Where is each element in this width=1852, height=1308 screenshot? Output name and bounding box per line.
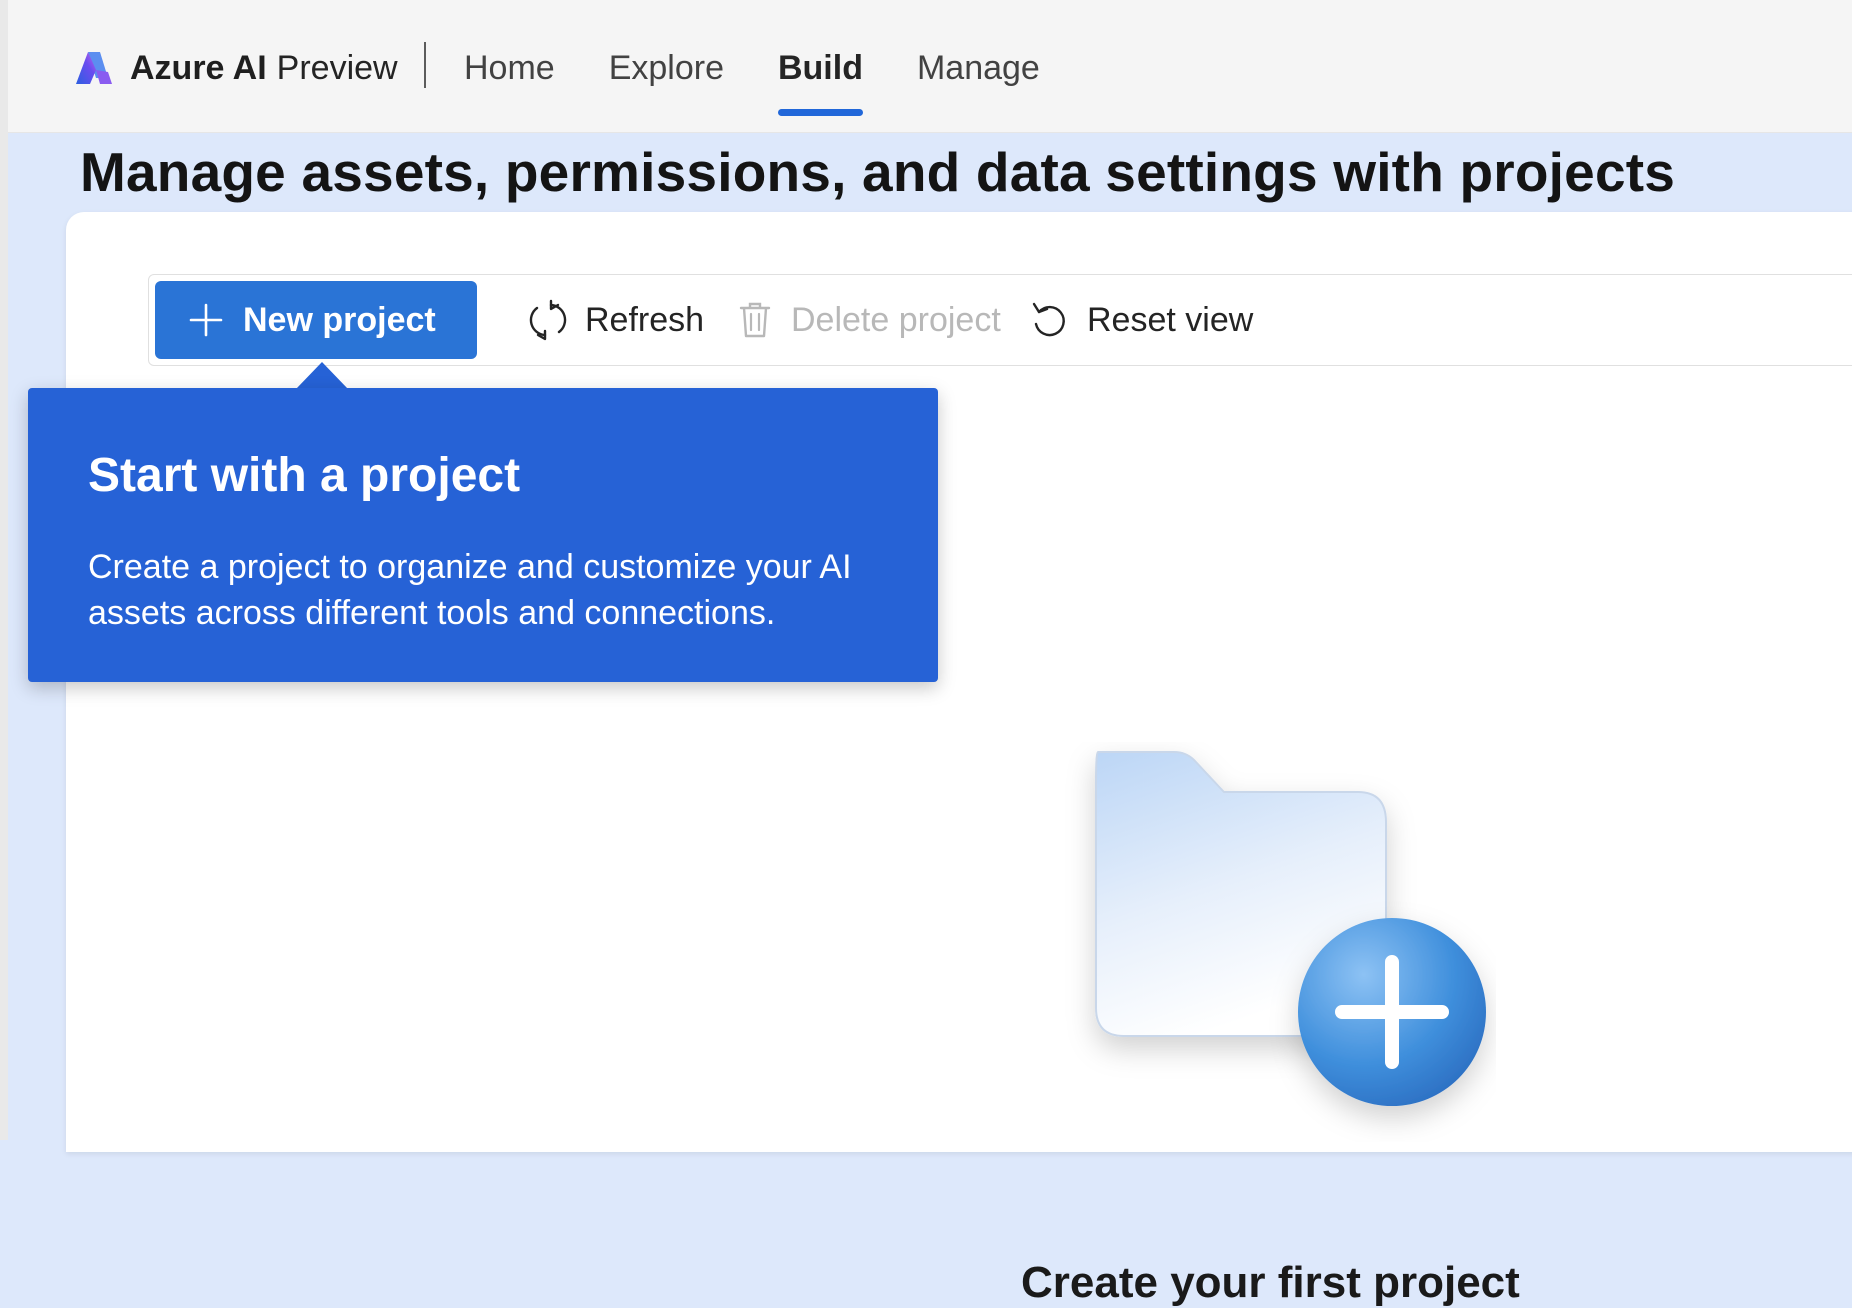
delete-project-label: Delete project [791,300,1001,339]
empty-state-title: Create your first project [1021,1258,1520,1307]
folder-add-illustration-icon [1095,751,1486,1106]
main-nav: Home Explore Build Manage [464,44,1094,116]
trash-icon [739,302,771,338]
top-navigation-bar: Azure AI Preview Home Explore Build Mana… [8,0,1852,133]
brand[interactable]: Azure AI Preview [74,44,398,92]
brand-suffix: Preview [276,48,398,87]
brand-divider [424,42,426,88]
callout-title: Start with a project [88,449,521,502]
azure-ai-logo-icon [76,52,112,84]
window-left-edge [0,0,8,1140]
refresh-label: Refresh [585,300,705,339]
reset-view-button[interactable]: Reset view [1023,281,1259,359]
callout-beak [296,362,348,389]
refresh-icon [529,299,567,341]
brand-name: Azure AI [130,48,267,87]
refresh-button[interactable]: Refresh [523,281,710,359]
plus-icon [189,303,223,337]
nav-item-home[interactable]: Home [464,44,555,92]
teaching-callout: Start with a project Create a project to… [28,388,938,682]
delete-project-button[interactable]: Delete project [731,281,1007,359]
nav-item-build[interactable]: Build [777,44,863,116]
command-bar: New project Refresh Delete project Reset… [148,274,1852,366]
nav-item-explore[interactable]: Explore [609,44,724,92]
nav-item-manage[interactable]: Manage [917,44,1040,92]
page-title: Manage assets, permissions, and data set… [80,141,1676,203]
undo-icon [1032,302,1065,337]
callout-body: Create a project to organize and customi… [88,548,852,632]
new-project-label: New project [243,300,436,339]
new-project-button[interactable]: New project [155,281,477,359]
projects-card: New project Refresh Delete project Reset… [66,212,1852,1307]
reset-view-label: Reset view [1087,300,1254,339]
